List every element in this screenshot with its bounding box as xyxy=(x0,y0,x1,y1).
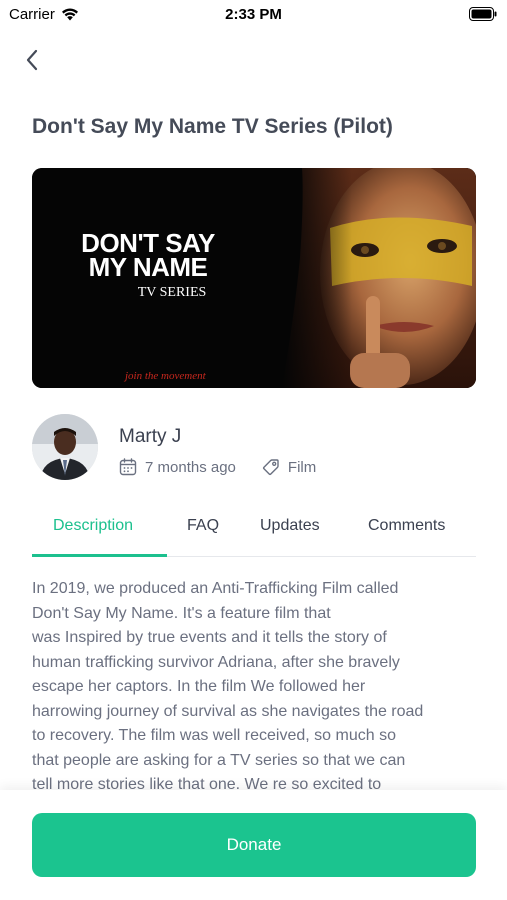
calendar-icon xyxy=(119,458,137,476)
hero-subtitle: TV SERIES xyxy=(137,285,207,300)
tab-description[interactable]: Description xyxy=(53,517,133,535)
author-name[interactable]: Marty J xyxy=(119,426,181,448)
posted-date: 7 months ago xyxy=(119,458,236,476)
chevron-left-icon xyxy=(26,49,38,71)
battery-icon xyxy=(469,7,497,21)
tab-bar: Description FAQ Updates Comments xyxy=(32,505,476,557)
hero-tagline: join the movement xyxy=(125,370,206,382)
donate-button[interactable]: Donate xyxy=(32,813,476,877)
back-button[interactable] xyxy=(18,46,46,74)
hero-image: DON'T SAY MY NAME TV SERIES join the mov… xyxy=(32,168,476,388)
tab-faq[interactable]: FAQ xyxy=(187,517,219,535)
author-meta: 7 months ago Film xyxy=(119,458,316,476)
status-time: 2:33 PM xyxy=(225,6,282,23)
author-row: Marty J 7 months ago Film xyxy=(32,414,476,484)
avatar[interactable] xyxy=(32,414,98,480)
category-label: Film xyxy=(287,458,317,476)
hero-logo-line2: MY NAME xyxy=(88,252,208,282)
posted-date-label: 7 months ago xyxy=(145,458,236,476)
active-tab-indicator xyxy=(32,554,167,557)
tab-updates[interactable]: Updates xyxy=(260,517,320,535)
status-bar: Carrier 2:33 PM xyxy=(0,0,507,30)
footer-bar: Donate xyxy=(0,790,507,900)
avatar-image xyxy=(32,414,98,480)
category: Film xyxy=(262,458,316,476)
tab-comments[interactable]: Comments xyxy=(368,517,445,535)
page-title: Don't Say My Name TV Series (Pilot) xyxy=(32,115,393,138)
tag-icon xyxy=(262,459,279,476)
description-text: In 2019, we produced an Anti-Trafficking… xyxy=(32,580,424,790)
